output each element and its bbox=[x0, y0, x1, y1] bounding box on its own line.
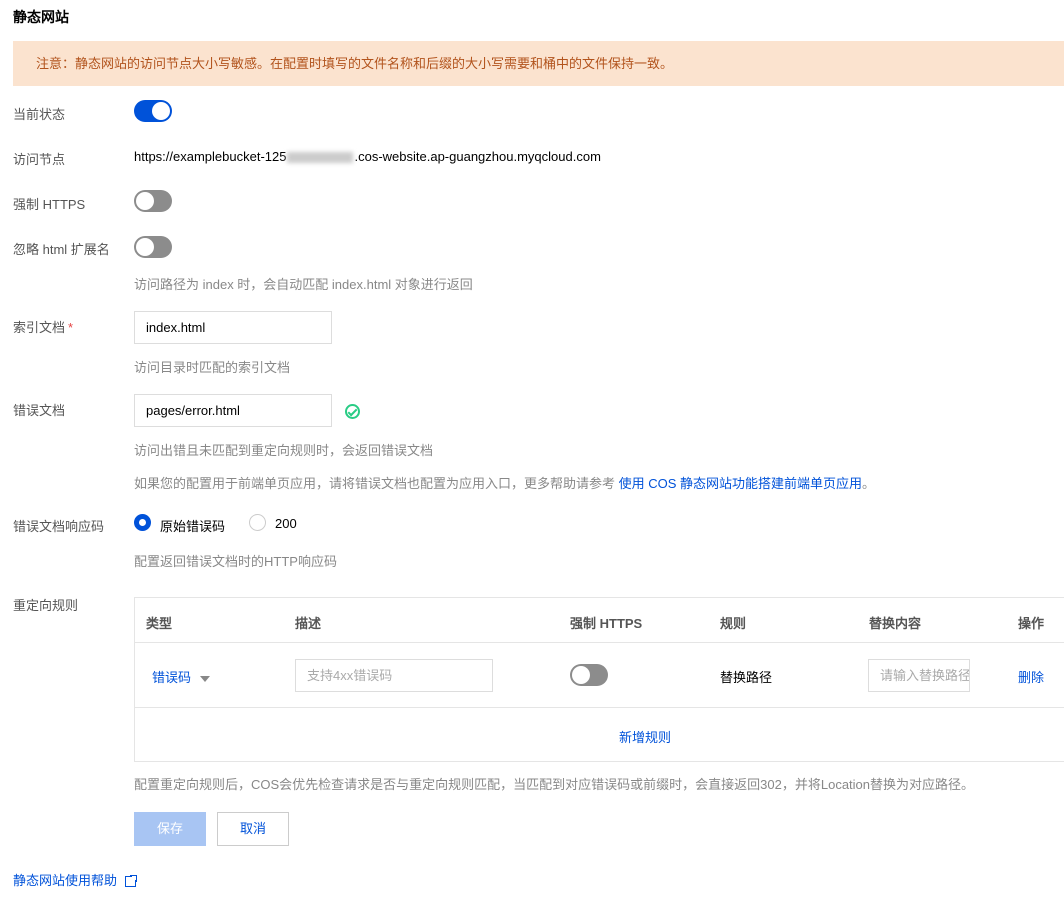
redacted-appid bbox=[287, 152, 354, 164]
type-select[interactable]: 错误码 bbox=[152, 667, 211, 686]
delete-link[interactable]: 删除 bbox=[1018, 667, 1044, 686]
force-https-label: 强制 HTTPS bbox=[13, 197, 86, 212]
help-link-text: 静态网站使用帮助 bbox=[13, 873, 118, 888]
error-code-hint: 配置返回错误文档时的HTTP响应码 bbox=[134, 554, 337, 569]
radio-original-code[interactable] bbox=[134, 514, 151, 531]
add-rule-link[interactable]: 新增规则 bbox=[619, 727, 671, 746]
table-header: 类型 描述 强制 HTTPS 规则 替换内容 操作 bbox=[135, 598, 1064, 643]
error-doc-label: 错误文档 bbox=[13, 403, 66, 418]
save-button[interactable]: 保存 bbox=[134, 812, 206, 846]
error-doc-spa-hint: 如果您的配置用于前端单页应用，请将错误文档也配置为应用入口，更多帮助请参考 使用… bbox=[134, 473, 875, 492]
status-toggle[interactable] bbox=[134, 100, 172, 122]
toggle-knob bbox=[136, 192, 154, 210]
chevron-down-icon bbox=[200, 675, 211, 682]
spa-hint-text: 如果您的配置用于前端单页应用，请将错误文档也配置为应用入口，更多帮助请参考 bbox=[134, 476, 619, 491]
col-action: 操作 bbox=[1018, 616, 1045, 631]
status-label: 当前状态 bbox=[13, 107, 66, 122]
radio-200[interactable] bbox=[249, 514, 266, 531]
external-link-icon bbox=[125, 874, 139, 888]
error-doc-input[interactable]: pages/error.html bbox=[134, 394, 332, 427]
toggle-knob bbox=[136, 238, 154, 256]
toggle-knob bbox=[572, 666, 590, 684]
col-type: 类型 bbox=[146, 616, 173, 631]
col-replace: 替换内容 bbox=[869, 616, 922, 631]
desc-input[interactable]: 支持4xx错误码 bbox=[295, 659, 493, 692]
index-doc-label-text: 索引文档 bbox=[13, 320, 66, 335]
row-force-https-toggle[interactable] bbox=[570, 664, 608, 686]
redirect-table: 类型 描述 强制 HTTPS 规则 替换内容 操作 错误码 支持4xx错误码 替… bbox=[134, 597, 1064, 762]
ignore-html-hint: 访问路径为 index 时，会自动匹配 index.html 对象进行返回 bbox=[134, 277, 473, 292]
cancel-button[interactable]: 取消 bbox=[217, 812, 289, 846]
redirect-label: 重定向规则 bbox=[13, 598, 79, 613]
endpoint-url-prefix: https://examplebucket-125 bbox=[134, 149, 287, 164]
force-https-toggle[interactable] bbox=[134, 190, 172, 212]
required-mark: * bbox=[68, 320, 74, 335]
index-doc-hint: 访问目录时匹配的索引文档 bbox=[134, 360, 291, 375]
endpoint-url-suffix: .cos-website.ap-guangzhou.myqcloud.com bbox=[354, 149, 601, 164]
col-rule: 规则 bbox=[720, 616, 747, 631]
radio-200-label[interactable]: 200 bbox=[275, 516, 297, 531]
table-row: 错误码 支持4xx错误码 替换路径 请输入替换路径 删除 bbox=[135, 643, 1064, 708]
index-doc-label: 索引文档 * bbox=[13, 317, 73, 336]
radio-original-code-label[interactable]: 原始错误码 bbox=[160, 516, 225, 535]
toggle-knob bbox=[152, 102, 170, 120]
redirect-hint: 配置重定向规则后，COS会优先检查请求是否与重定向规则匹配，当匹配到对应错误码或… bbox=[134, 777, 975, 792]
ignore-html-label: 忽略 html 扩展名 bbox=[13, 242, 110, 257]
check-circle-icon bbox=[345, 404, 360, 419]
type-select-value: 错误码 bbox=[152, 670, 192, 685]
index-doc-input[interactable]: index.html bbox=[134, 311, 332, 344]
ignore-html-toggle[interactable] bbox=[134, 236, 172, 258]
error-doc-hint: 访问出错且未匹配到重定向规则时，会返回错误文档 bbox=[134, 443, 434, 458]
col-force-https: 强制 HTTPS bbox=[570, 616, 643, 631]
col-desc: 描述 bbox=[295, 616, 322, 631]
rule-value: 替换路径 bbox=[720, 670, 773, 685]
spa-hint-end: 。 bbox=[862, 476, 876, 491]
replace-input[interactable]: 请输入替换路径 bbox=[868, 659, 970, 692]
endpoint-url: https://examplebucket-125 .cos-website.ap… bbox=[134, 149, 601, 164]
spa-help-link[interactable]: 使用 COS 静态网站功能搭建前端单页应用 bbox=[619, 476, 862, 491]
help-link[interactable]: 静态网站使用帮助 bbox=[13, 870, 139, 889]
page-title: 静态网站 bbox=[13, 9, 69, 25]
notice-banner: 注意：静态网站的访问节点大小写敏感。在配置时填写的文件名称和后缀的大小写需要和桶… bbox=[13, 41, 1064, 86]
endpoint-label: 访问节点 bbox=[13, 152, 66, 167]
error-code-label: 错误文档响应码 bbox=[13, 519, 105, 534]
